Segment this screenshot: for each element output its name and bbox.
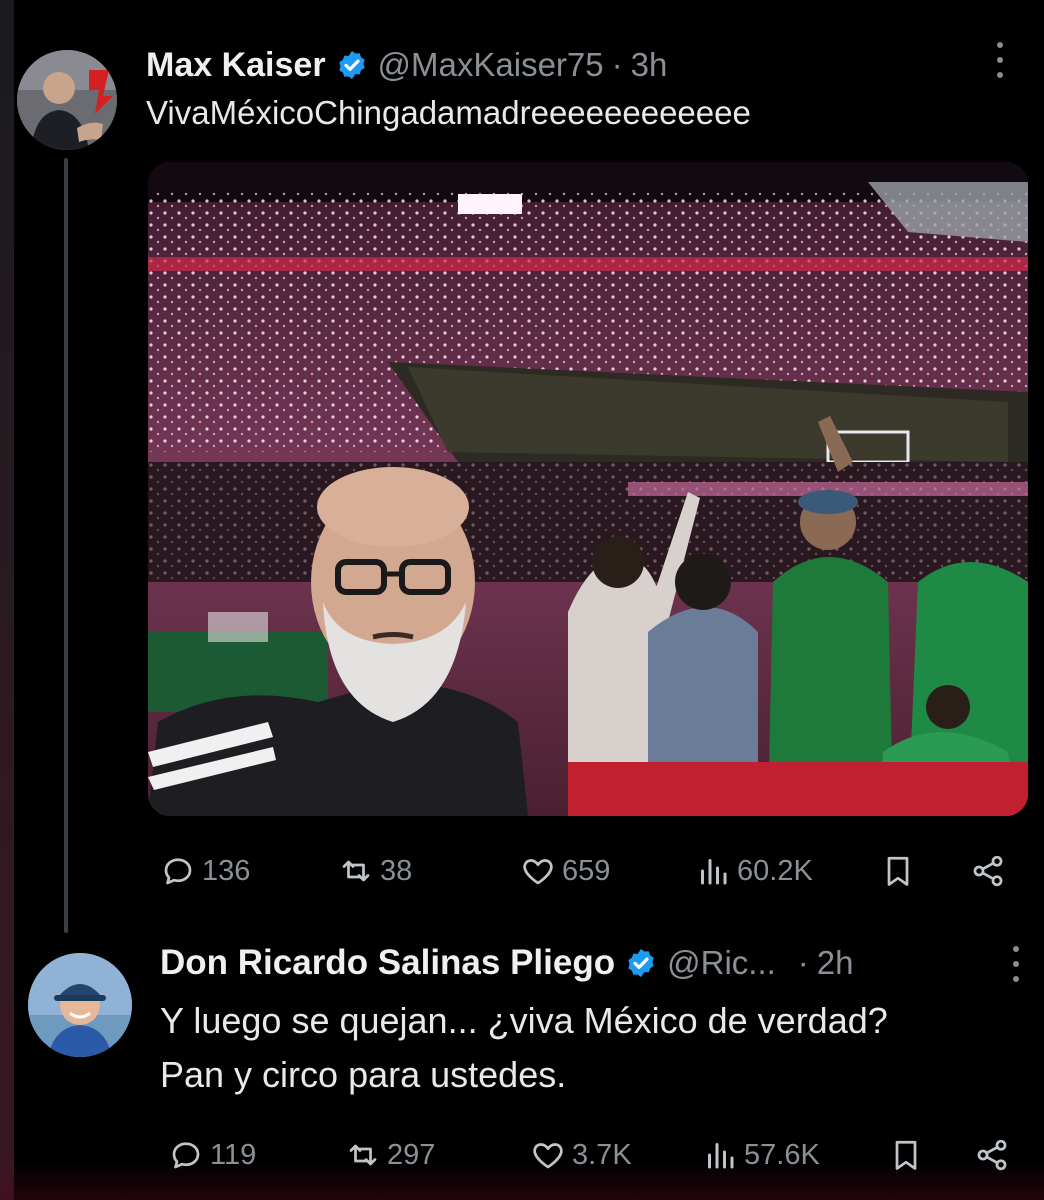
reply-count: 136 <box>202 854 251 887</box>
like-button[interactable]: 3.7K <box>530 1130 632 1180</box>
avatar[interactable] <box>17 50 117 150</box>
tweet-text: Y luego se quejan... ¿viva México de ver… <box>160 994 1010 1102</box>
reply-icon <box>172 1142 200 1169</box>
reply-button[interactable]: 119 <box>168 1130 256 1180</box>
views-icon <box>701 859 727 885</box>
like-count: 3.7K <box>572 1138 632 1171</box>
share-icon <box>977 1139 1007 1171</box>
repost-button[interactable]: 38 <box>338 846 412 896</box>
thread-line <box>64 158 68 933</box>
stadium-selfie-photo <box>148 162 1028 816</box>
reply-icon <box>164 858 192 885</box>
verified-badge-icon <box>628 949 654 977</box>
tweet-text-line-1: Y luego se quejan... ¿viva México de ver… <box>160 1000 888 1041</box>
share-icon <box>973 855 1003 887</box>
verified-badge-icon <box>338 51 365 79</box>
avatar[interactable] <box>28 953 132 1057</box>
timestamp[interactable]: 3h <box>631 46 668 84</box>
tweet-actions: 119 297 3.7K 57.6K <box>150 1130 1030 1180</box>
like-count: 659 <box>562 854 611 887</box>
more-icon[interactable] <box>996 42 1004 78</box>
reply-count: 119 <box>210 1138 257 1171</box>
tweet-text: VivaMéxicoChingadamadreeeeeeeeeeee <box>146 94 751 131</box>
repost-count: 38 <box>380 854 413 887</box>
views-count: 60.2K <box>737 854 813 887</box>
author-handle[interactable]: @Ric... <box>667 944 776 982</box>
tweet-max-kaiser[interactable]: Max Kaiser @MaxKaiser75 · 3h VivaMéxicoC… <box>0 0 1044 933</box>
reply-button[interactable]: 136 <box>160 846 250 896</box>
share-button[interactable] <box>970 846 1012 896</box>
separator-dot: · <box>611 46 623 83</box>
views-button[interactable]: 57.6K <box>702 1130 820 1180</box>
tweet-text-line-2: Pan y circo para ustedes. <box>160 1054 567 1095</box>
views-icon <box>708 1143 734 1169</box>
like-button[interactable]: 659 <box>520 846 610 896</box>
repost-icon <box>349 1144 377 1166</box>
tweet-header: Don Ricardo Salinas Pliego @Ric... · 2h <box>160 940 854 986</box>
repost-count: 297 <box>387 1138 436 1171</box>
share-button[interactable] <box>974 1130 1016 1180</box>
author-name[interactable]: Don Ricardo Salinas Pliego <box>160 943 615 983</box>
more-icon[interactable] <box>1012 946 1020 982</box>
avatar-image <box>28 953 132 1057</box>
bookmark-icon <box>895 1140 917 1170</box>
avatar-image <box>17 50 117 150</box>
repost-icon <box>342 860 370 882</box>
separator-dot: · <box>797 944 809 981</box>
author-handle[interactable]: @MaxKaiser75 <box>378 46 604 84</box>
bookmark-button[interactable] <box>888 1130 930 1180</box>
repost-button[interactable]: 297 <box>345 1130 435 1180</box>
tweet-media[interactable] <box>148 162 1028 816</box>
timestamp[interactable]: 2h <box>817 944 854 982</box>
like-icon <box>523 859 553 885</box>
bookmark-button[interactable] <box>880 846 922 896</box>
tweet-ricardo-salinas[interactable]: Don Ricardo Salinas Pliego @Ric... · 2h … <box>0 920 1044 1200</box>
views-count: 57.6K <box>744 1138 820 1171</box>
tweet-actions: 136 38 659 60.2K <box>150 846 1030 896</box>
bookmark-icon <box>887 856 909 886</box>
like-icon <box>533 1143 563 1169</box>
author-name[interactable]: Max Kaiser <box>146 46 326 85</box>
tweet-header: Max Kaiser @MaxKaiser75 · 3h <box>146 42 667 88</box>
views-button[interactable]: 60.2K <box>695 846 813 896</box>
